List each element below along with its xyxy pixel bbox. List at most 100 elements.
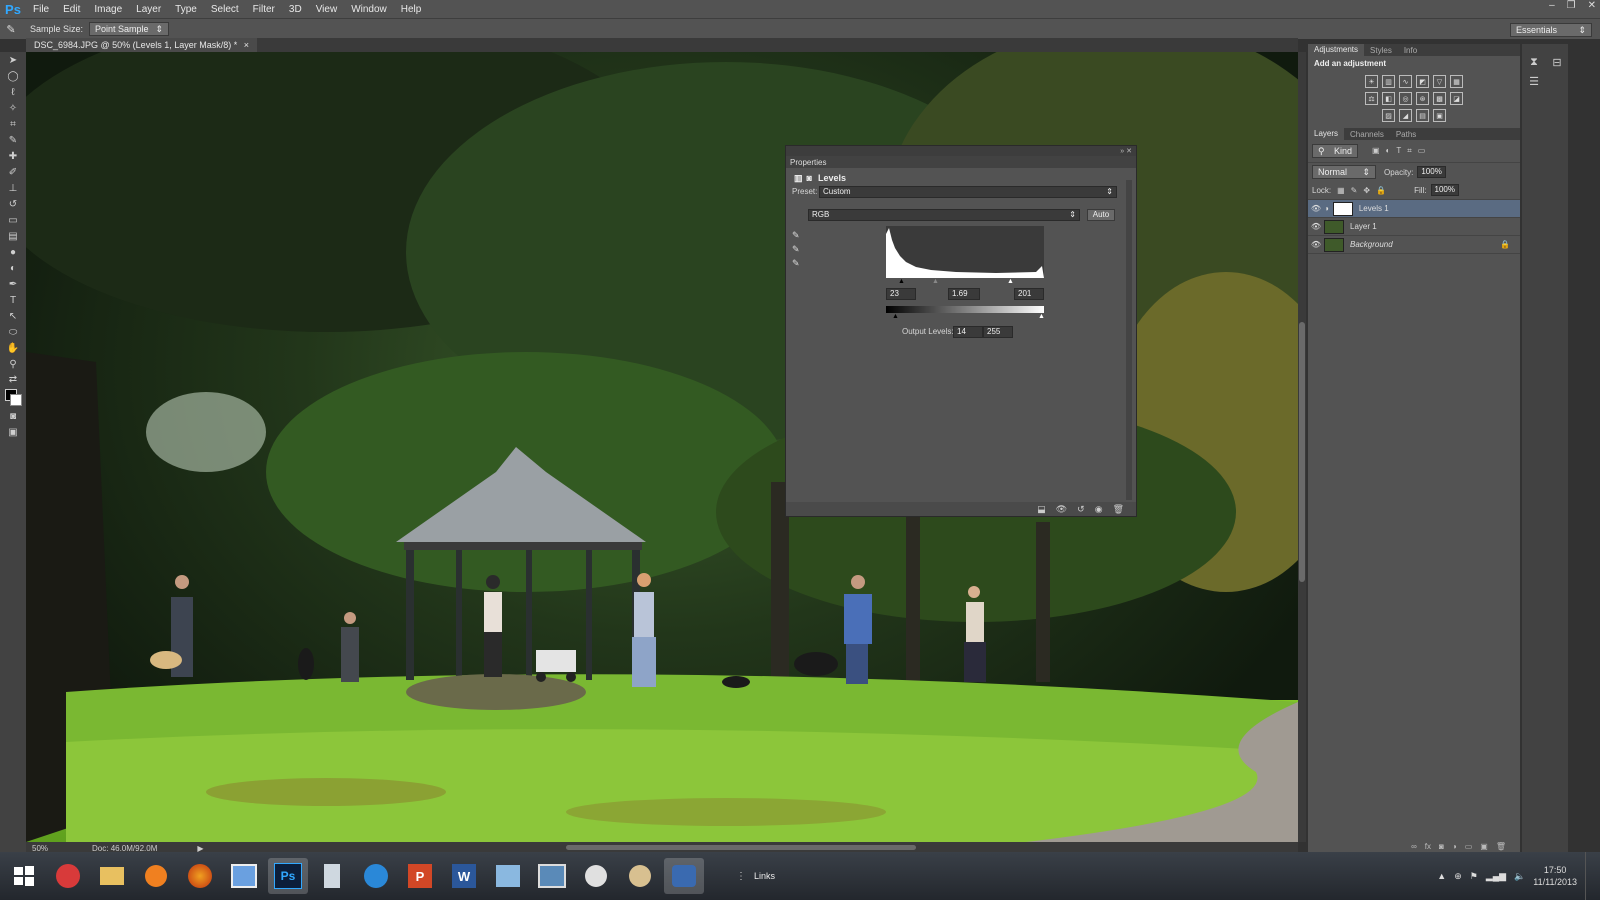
exposure-icon[interactable]: ◩ — [1416, 75, 1429, 88]
signal-tray-icon[interactable]: ▂▄▆ — [1486, 871, 1506, 882]
close-button[interactable]: ✕ — [1588, 0, 1596, 11]
browser-icon[interactable] — [356, 858, 396, 894]
horizontal-scrollbar-thumb[interactable] — [566, 845, 916, 850]
menu-file[interactable]: File — [26, 4, 56, 15]
link-layers-icon[interactable]: ∞ — [1411, 842, 1417, 852]
links-toolbar[interactable]: Links — [754, 871, 775, 881]
quick-mask-icon[interactable]: ◙ — [0, 408, 26, 424]
color-swatches-icon[interactable] — [0, 386, 26, 408]
picture-app-icon[interactable] — [224, 858, 264, 894]
input-gamma-field[interactable]: 1.69 — [948, 288, 980, 300]
eye-icon[interactable]: 👁 — [1308, 204, 1324, 213]
pen-tool-icon[interactable]: ✒ — [0, 276, 26, 292]
word-icon[interactable]: W — [444, 858, 484, 894]
swap-colors-icon[interactable]: ⇄ — [0, 372, 26, 386]
brightness-contrast-icon[interactable]: ☀ — [1365, 75, 1378, 88]
levels-adjustment-icon[interactable]: ▥ — [794, 173, 803, 184]
ellipse-tool-icon[interactable]: ⬭ — [0, 324, 26, 340]
file-explorer-icon[interactable] — [92, 858, 132, 894]
output-black-field[interactable]: 14 — [953, 326, 983, 338]
threshold-icon[interactable]: ◢ — [1399, 109, 1412, 122]
mask-icon[interactable]: ◙ — [807, 173, 812, 183]
menu-3d[interactable]: 3D — [282, 4, 309, 15]
output-white-field[interactable]: 255 — [983, 326, 1013, 338]
input-white-field[interactable]: 201 — [1014, 288, 1044, 300]
filter-type-icons[interactable]: ▣◐T⌗▭ — [1372, 146, 1431, 156]
eyedropper-tool-icon[interactable]: ✎ — [0, 132, 26, 148]
menu-edit[interactable]: Edit — [56, 4, 87, 15]
input-white-slider-handle[interactable]: ▲ — [1007, 278, 1014, 285]
tab-layers[interactable]: Layers — [1308, 128, 1345, 140]
lock-icons[interactable]: ▦✎✥🔒 — [1337, 186, 1392, 195]
scrollbar-thumb[interactable] — [1299, 322, 1305, 582]
lasso-tool-icon[interactable]: ℓ — [0, 84, 26, 100]
add-mask-icon[interactable]: ◙ — [1439, 842, 1444, 852]
network-tray-icon[interactable]: ⊕ — [1454, 871, 1462, 882]
media-player-icon[interactable] — [136, 858, 176, 894]
eraser-tool-icon[interactable]: ▭ — [0, 212, 26, 228]
camera-app-icon[interactable] — [664, 858, 704, 894]
tray-expand-icon[interactable]: ▲ — [1437, 871, 1446, 881]
fill-input[interactable]: 100% — [1430, 184, 1459, 196]
view-previous-state-icon[interactable]: 👁 — [1056, 504, 1067, 515]
minimize-button[interactable]: – — [1549, 0, 1555, 11]
document-tab[interactable]: DSC_6984.JPG @ 50% (Levels 1, Layer Mask… — [26, 38, 258, 52]
zoom-tool-icon[interactable]: ⚲ — [0, 356, 26, 372]
selective-color-icon[interactable]: ▣ — [1433, 109, 1446, 122]
properties-tab[interactable]: Properties — [790, 158, 826, 167]
path-select-tool-icon[interactable]: ↖ — [0, 308, 26, 324]
levels-icon[interactable]: ▥ — [1382, 75, 1395, 88]
flag-tray-icon[interactable]: ⚑ — [1470, 871, 1478, 882]
blend-mode-dropdown[interactable]: Normal ⇕ — [1312, 165, 1376, 179]
black-point-eyedropper-icon[interactable]: ✎ — [792, 228, 800, 242]
new-group-icon[interactable]: ▭ — [1465, 842, 1473, 852]
opacity-input[interactable]: 100% — [1417, 166, 1446, 178]
gray-point-eyedropper-icon[interactable]: ✎ — [792, 242, 800, 256]
photoshop-icon[interactable]: Ps — [268, 858, 308, 894]
menu-window[interactable]: Window — [344, 4, 394, 15]
restore-button[interactable]: ❐ — [1567, 0, 1576, 11]
gradient-tool-icon[interactable]: ▤ — [0, 228, 26, 244]
color-balance-icon[interactable]: ⚖ — [1365, 92, 1378, 105]
toolbar-grip-icon[interactable]: ⋮ — [736, 871, 746, 882]
input-black-field[interactable]: 23 — [886, 288, 916, 300]
input-slider-track[interactable]: ▲ ▲ ▲ — [886, 278, 1044, 286]
menu-view[interactable]: View — [309, 4, 345, 15]
eyedropper-icon[interactable]: ✎ — [0, 23, 22, 36]
show-desktop-button[interactable] — [1585, 852, 1594, 900]
output-slider-track[interactable]: ▲ ▲ — [886, 313, 1045, 321]
dodge-tool-icon[interactable]: ◐ — [0, 260, 26, 276]
reset-icon[interactable]: ↺ — [1077, 504, 1085, 515]
channel-dropdown[interactable]: RGB ⇕ — [808, 209, 1080, 221]
hue-saturation-icon[interactable]: ▦ — [1450, 75, 1463, 88]
powerpoint-icon[interactable]: P — [400, 858, 440, 894]
menu-type[interactable]: Type — [168, 4, 204, 15]
vertical-scrollbar[interactable] — [1298, 52, 1306, 842]
crop-tool-icon[interactable]: ⌗ — [0, 116, 26, 132]
healing-brush-tool-icon[interactable]: ✚ — [0, 148, 26, 164]
scissors-app-icon[interactable] — [576, 858, 616, 894]
auto-button[interactable]: Auto — [1087, 209, 1115, 221]
layer-row-layer1[interactable]: 👁 Layer 1 — [1308, 218, 1520, 236]
brush-tool-icon[interactable]: ✐ — [0, 164, 26, 180]
white-point-eyedropper-icon[interactable]: ✎ — [792, 256, 800, 270]
history-panel-icon[interactable]: ⧗ — [1522, 56, 1546, 69]
color-lookup-icon[interactable]: ▩ — [1433, 92, 1446, 105]
input-gamma-slider-handle[interactable]: ▲ — [932, 278, 939, 285]
output-black-slider-handle[interactable]: ▲ — [892, 313, 899, 320]
paint-app-icon[interactable] — [620, 858, 660, 894]
tab-info[interactable]: Info — [1398, 46, 1423, 55]
layer-row-levels[interactable]: 👁 ◑ Levels 1 — [1308, 200, 1520, 218]
channel-mixer-icon[interactable]: ⊛ — [1416, 92, 1429, 105]
close-tab-icon[interactable]: × — [244, 40, 249, 50]
delete-layer-icon[interactable]: 🗑 — [1496, 842, 1506, 852]
screenshot-app-icon[interactable] — [532, 858, 572, 894]
preset-dropdown[interactable]: Custom ⇕ — [819, 186, 1117, 198]
sample-size-dropdown[interactable]: Point Sample ⇕ — [89, 22, 170, 36]
new-layer-icon[interactable]: ▣ — [1480, 842, 1488, 852]
fx-icon[interactable]: fx — [1425, 842, 1431, 852]
properties-panel-icon[interactable]: ⊟ — [1546, 56, 1568, 69]
firefox-icon[interactable] — [180, 858, 220, 894]
clip-to-layer-icon[interactable]: ⬓ — [1037, 504, 1046, 515]
menu-image[interactable]: Image — [87, 4, 129, 15]
